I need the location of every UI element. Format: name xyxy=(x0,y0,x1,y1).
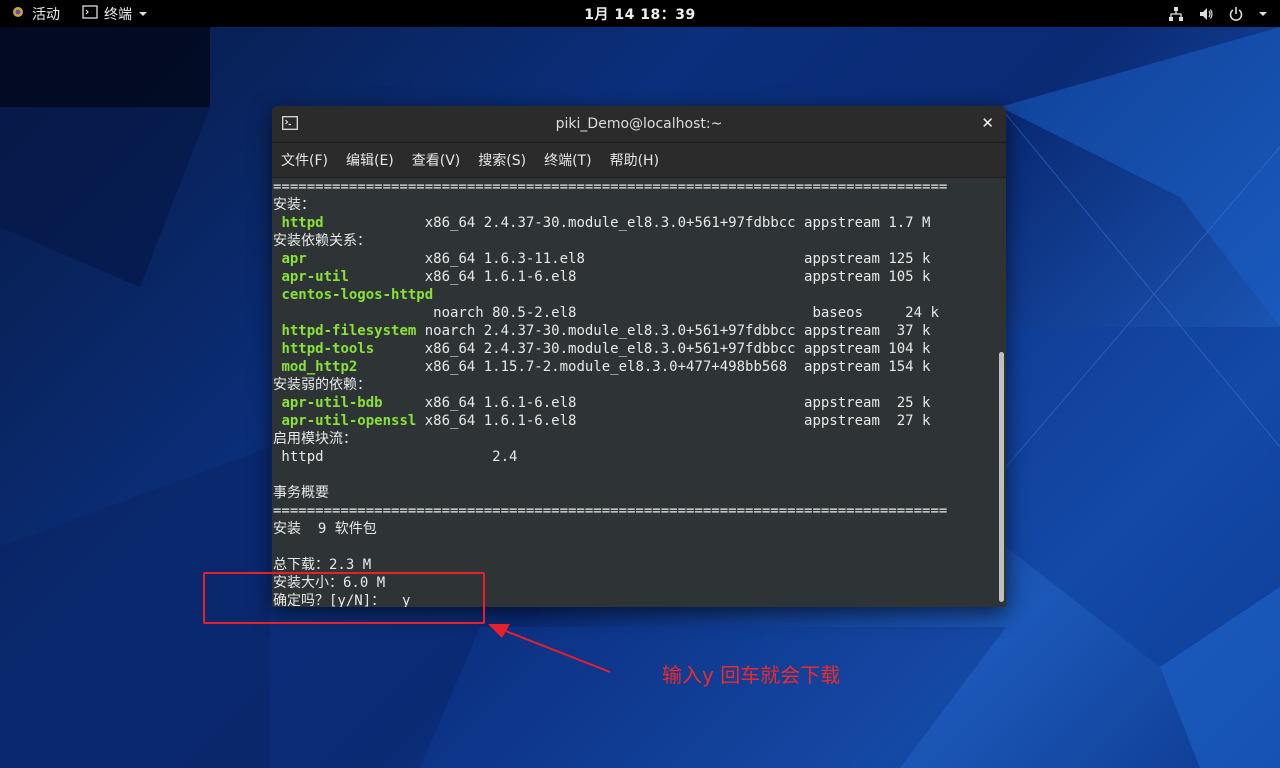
package-name: apr-util xyxy=(281,269,349,285)
menu-edit[interactable]: 编辑(E) xyxy=(346,150,394,170)
package-details: x86_64 1.6.3-11.el8 appstream 125 k xyxy=(306,251,931,267)
system-status-menu[interactable] xyxy=(1168,0,1268,27)
annotation-text: 输入y 回车就会下载 xyxy=(662,663,841,687)
separator-line: ========================================… xyxy=(273,503,948,519)
package-name: httpd-tools xyxy=(281,341,375,357)
close-button[interactable]: ✕ xyxy=(981,114,994,132)
package-details: x86_64 1.6.1-6.el8 appstream 27 k xyxy=(416,413,931,429)
package-row: httpd x86_64 2.4.37-30.module_el8.3.0+56… xyxy=(273,214,996,232)
window-titlebar[interactable]: piki_Demo@localhost:~ ✕ xyxy=(272,106,1006,143)
package-details: x86_64 2.4.37-30.module_el8.3.0+561+97fd… xyxy=(323,215,931,231)
clock[interactable]: 1月 14 18：39 xyxy=(0,0,1280,27)
section-header: 安装依赖关系： xyxy=(273,233,371,249)
top-bar: 活动 终端 1月 14 18：39 xyxy=(0,0,1280,27)
network-icon xyxy=(1168,6,1184,22)
package-row: mod_http2 x86_64 1.15.7-2.module_el8.3.0… xyxy=(273,358,996,376)
separator-line: ========================================… xyxy=(273,179,948,195)
package-row-continued: noarch 80.5-2.el8 baseos 24 k xyxy=(273,305,939,321)
terminal-icon xyxy=(282,116,298,134)
annotation-arrow xyxy=(488,624,611,673)
menu-view[interactable]: 查看(V) xyxy=(412,150,461,170)
package-name: centos-logos-httpd xyxy=(281,287,434,303)
package-details: x86_64 1.6.1-6.el8 appstream 25 k xyxy=(382,395,931,411)
chevron-down-icon xyxy=(1258,10,1268,18)
section-header: 启用模块流： xyxy=(273,431,357,447)
window-title: piki_Demo@localhost:~ xyxy=(555,116,723,132)
package-row: apr-util x86_64 1.6.1-6.el8 appstream 10… xyxy=(273,268,996,286)
scrollbar-track[interactable] xyxy=(996,178,1006,607)
install-count: 安装 9 软件包 xyxy=(273,521,377,537)
package-row: apr x86_64 1.6.3-11.el8 appstream 125 k xyxy=(273,250,996,268)
power-icon xyxy=(1228,6,1244,22)
package-name: apr-util-openssl xyxy=(281,413,417,429)
terminal-window: piki_Demo@localhost:~ ✕ 文件(F) 编辑(E) 查看(V… xyxy=(272,106,1006,607)
package-row: centos-logos-httpd xyxy=(273,286,996,304)
module-row: httpd 2.4 xyxy=(273,449,518,465)
section-header: 事务概要 xyxy=(273,485,329,501)
section-header: 安装弱的依赖： xyxy=(273,377,371,393)
menu-terminal[interactable]: 终端(T) xyxy=(544,150,591,170)
package-row: apr-util-openssl x86_64 1.6.1-6.el8 apps… xyxy=(273,412,996,430)
package-name: mod_http2 xyxy=(281,359,358,375)
package-details: noarch 2.4.37-30.module_el8.3.0+561+97fd… xyxy=(416,323,931,339)
menu-help[interactable]: 帮助(H) xyxy=(610,150,659,170)
menu-bar: 文件(F) 编辑(E) 查看(V) 搜索(S) 终端(T) 帮助(H) xyxy=(272,143,1006,178)
highlight-box xyxy=(203,572,485,624)
package-row: apr-util-bdb x86_64 1.6.1-6.el8 appstrea… xyxy=(273,394,996,412)
package-name: httpd-filesystem xyxy=(281,323,417,339)
package-row: httpd-tools x86_64 2.4.37-30.module_el8.… xyxy=(273,340,996,358)
scrollbar-thumb[interactable] xyxy=(999,352,1004,602)
menu-search[interactable]: 搜索(S) xyxy=(478,150,526,170)
menu-file[interactable]: 文件(F) xyxy=(281,150,328,170)
package-name: apr-util-bdb xyxy=(281,395,383,411)
package-name: httpd xyxy=(281,215,324,231)
terminal-output[interactable]: ========================================… xyxy=(272,178,996,607)
package-name: apr xyxy=(281,251,307,267)
package-details: x86_64 1.15.7-2.module_el8.3.0+477+498bb… xyxy=(357,359,931,375)
section-header: 安装： xyxy=(273,197,315,213)
package-details: x86_64 1.6.1-6.el8 appstream 105 k xyxy=(348,269,931,285)
package-details: x86_64 2.4.37-30.module_el8.3.0+561+97fd… xyxy=(374,341,931,357)
close-icon: ✕ xyxy=(981,114,994,132)
volume-icon xyxy=(1198,6,1214,22)
clock-label: 1月 14 18：39 xyxy=(584,6,696,23)
package-row: httpd-filesystem noarch 2.4.37-30.module… xyxy=(273,322,996,340)
